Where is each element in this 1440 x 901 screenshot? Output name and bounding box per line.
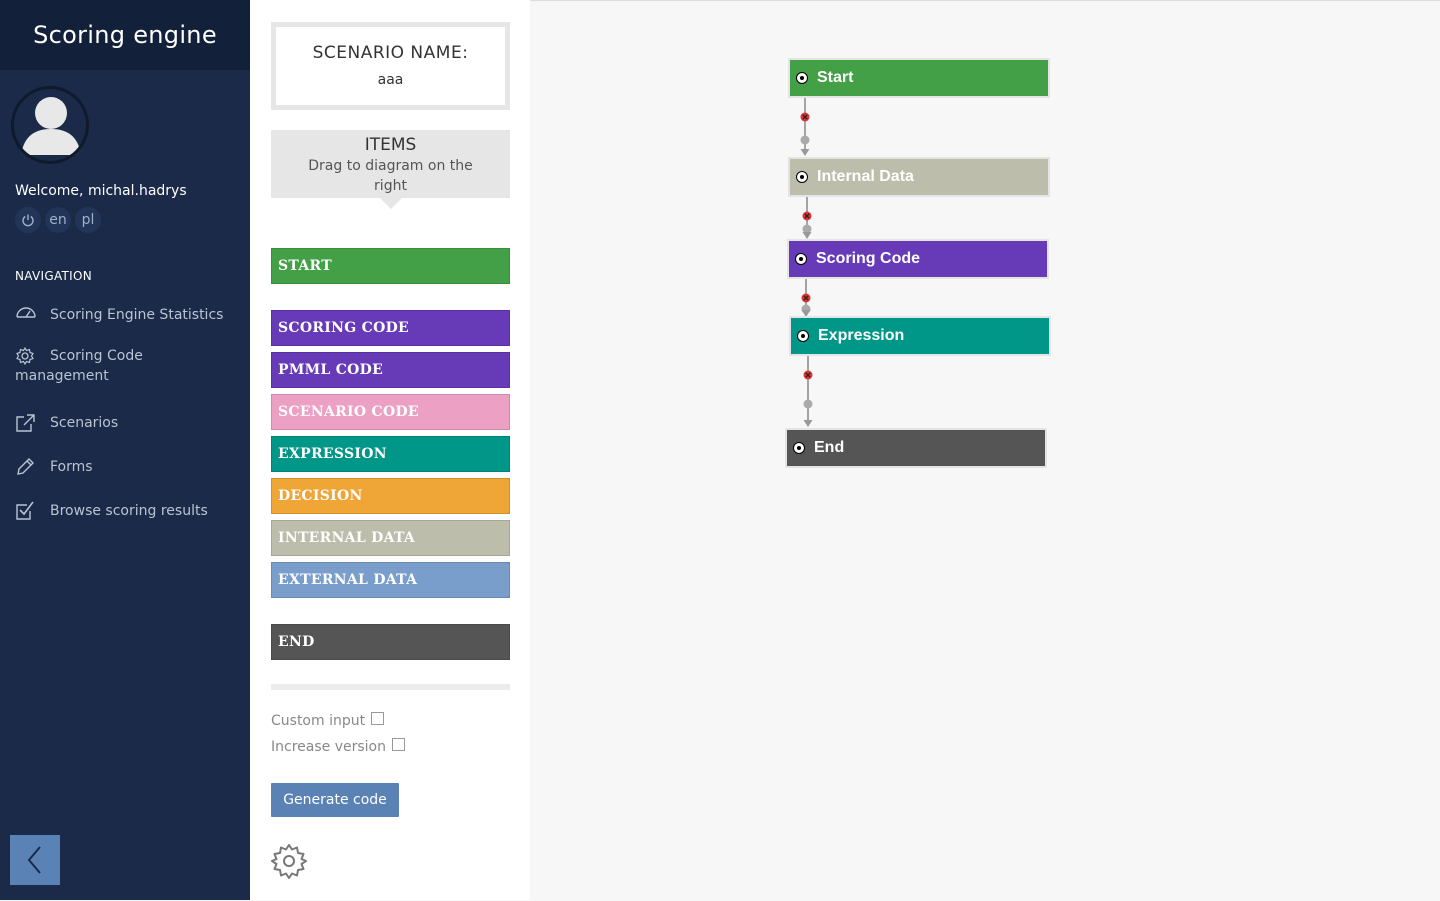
- scenario-name-value[interactable]: aaa: [276, 72, 505, 88]
- nav-item-statistics[interactable]: Scoring Engine Statistics: [15, 305, 223, 325]
- palette-item-pmml-code[interactable]: PMML CODE: [271, 352, 510, 388]
- nav-item-scenarios[interactable]: Scenarios: [15, 413, 118, 433]
- nav-item-label: Browse scoring results: [50, 503, 208, 519]
- connector[interactable]: [803, 356, 813, 427]
- collapse-sidebar-button[interactable]: [10, 835, 60, 885]
- nav-item-label: Scenarios: [50, 415, 119, 431]
- nav-item-browse-results[interactable]: Browse scoring results: [15, 501, 208, 521]
- diagram-node-start[interactable]: Start: [788, 58, 1050, 98]
- navigation-title: NAVIGATION: [15, 269, 93, 283]
- custom-input-label: Custom input: [271, 713, 366, 729]
- divider: [271, 684, 510, 690]
- generate-code-button[interactable]: Generate code: [271, 783, 399, 817]
- connection-port-icon[interactable]: [797, 330, 809, 342]
- pencil-icon: [17, 458, 34, 475]
- language-pl-button[interactable]: pl: [75, 207, 101, 233]
- user-icon: [14, 89, 86, 161]
- scenario-name-label: SCENARIO NAME:: [312, 43, 469, 63]
- settings-button[interactable]: [271, 843, 309, 881]
- diagram-node-internal-data[interactable]: Internal Data: [788, 157, 1050, 197]
- connection-port-icon[interactable]: [795, 253, 807, 265]
- connection-port-icon[interactable]: [793, 442, 805, 454]
- custom-input-checkbox[interactable]: [371, 711, 385, 725]
- palette-item-external-data[interactable]: EXTERNAL DATA: [271, 562, 510, 598]
- chevron-left-icon: [27, 846, 41, 874]
- items-subtitle: Drag to diagram on the right: [308, 158, 473, 194]
- app-title: Scoring engine: [0, 0, 250, 70]
- connection-port-icon[interactable]: [796, 72, 808, 84]
- external-link-icon: [16, 414, 35, 432]
- palette-item-decision[interactable]: DECISION: [271, 478, 510, 514]
- custom-input-option: Custom input: [271, 711, 385, 729]
- items-panel: SCENARIO NAME: aaa ITEMS Drag to diagram…: [250, 0, 530, 900]
- diagram-node-end[interactable]: End: [785, 428, 1047, 468]
- user-controls: en pl: [15, 207, 101, 233]
- diagram-node-expression[interactable]: Expression: [789, 316, 1051, 356]
- node-label: Scoring Code: [816, 250, 921, 267]
- nav-item-label: Scoring Engine Statistics: [50, 307, 224, 323]
- gear-icon: [16, 346, 34, 366]
- palette-item-scoring-code[interactable]: SCORING CODE: [271, 310, 510, 346]
- palette-item-scenario-code[interactable]: SCENARIO CODE: [271, 394, 510, 430]
- nav-item-label: Forms: [50, 459, 93, 475]
- nav-item-label: Scoring Code management: [15, 348, 143, 384]
- increase-version-option: Increase version: [271, 737, 405, 755]
- node-label: Expression: [818, 327, 905, 344]
- diagram-canvas[interactable]: Start Internal Data Scoring Code Express…: [530, 0, 1440, 900]
- connector[interactable]: [801, 279, 811, 317]
- palette-item-expression[interactable]: EXPRESSION: [271, 436, 510, 472]
- language-en-button[interactable]: en: [45, 207, 71, 233]
- node-label: Internal Data: [817, 168, 914, 185]
- dashboard-icon: [16, 307, 36, 318]
- logout-button[interactable]: [15, 207, 41, 233]
- nav-item-forms[interactable]: Forms: [15, 457, 93, 477]
- node-label: End: [814, 439, 845, 456]
- palette-item-end[interactable]: END: [271, 624, 510, 660]
- items-header: ITEMS Drag to diagram on the right: [271, 130, 510, 209]
- nav-item-scoring-code-management[interactable]: Scoring Code management: [15, 346, 215, 386]
- connector[interactable]: [802, 197, 812, 239]
- items-title: ITEMS: [364, 135, 417, 155]
- palette-item-internal-data[interactable]: INTERNAL DATA: [271, 520, 510, 556]
- connection-port-icon[interactable]: [796, 171, 808, 183]
- avatar[interactable]: [11, 86, 89, 164]
- diagram-node-scoring-code[interactable]: Scoring Code: [787, 239, 1049, 279]
- checkbox-icon: [16, 501, 34, 520]
- palette-item-start[interactable]: START: [271, 248, 510, 284]
- sidebar: Scoring engine Welcome, michal.hadrys en…: [0, 0, 250, 900]
- increase-version-label: Increase version: [271, 739, 386, 755]
- welcome-text: Welcome, michal.hadrys: [15, 183, 187, 199]
- gear-icon: [271, 844, 307, 879]
- connector[interactable]: [800, 98, 810, 156]
- node-label: Start: [817, 69, 854, 86]
- increase-version-checkbox[interactable]: [391, 737, 405, 751]
- scenario-name-box[interactable]: SCENARIO NAME: aaa: [271, 22, 510, 110]
- power-icon: [22, 214, 34, 227]
